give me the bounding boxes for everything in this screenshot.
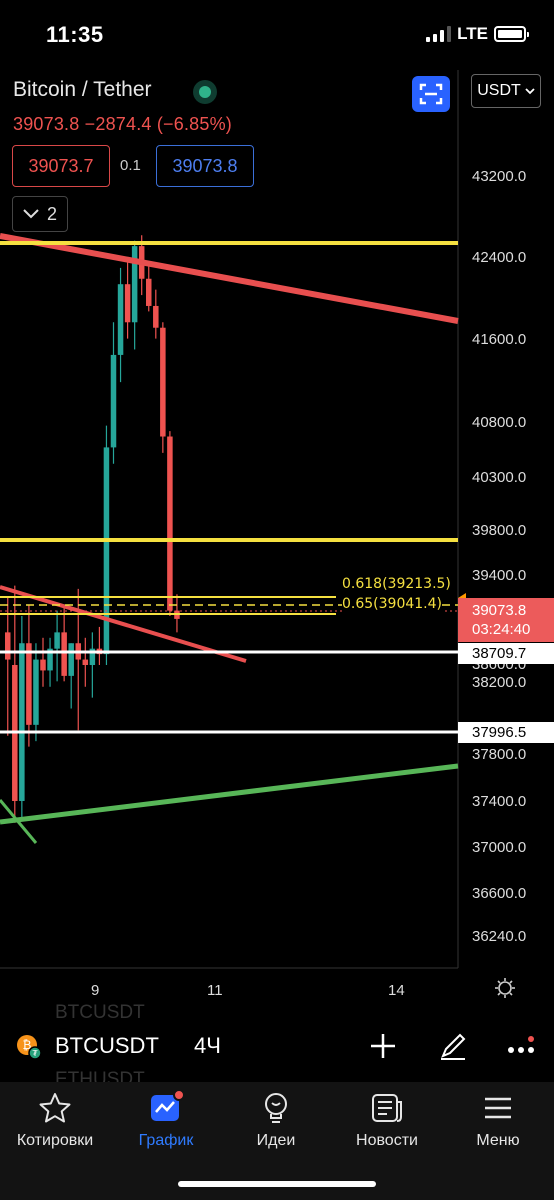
price-axis-label: 39800.0 bbox=[472, 522, 527, 539]
status-time: 11:35 bbox=[46, 22, 104, 47]
candle-body bbox=[153, 305, 159, 328]
price-axis-label: 37400.0 bbox=[472, 793, 527, 810]
candle-body bbox=[110, 354, 117, 448]
buy-button[interactable]: 39073.8 bbox=[156, 145, 254, 187]
descending-trendline bbox=[0, 585, 247, 663]
price-change: 39073.8 −2874.4 (−6.85%) bbox=[13, 114, 232, 134]
chevron-down-icon bbox=[23, 209, 39, 219]
nav-label: Идеи bbox=[256, 1132, 296, 1149]
nav-label: Котировки bbox=[16, 1132, 94, 1149]
nav-quotes[interactable]: Котировки bbox=[0, 1090, 110, 1160]
fullscreen-icon bbox=[419, 83, 443, 105]
previous-symbol: BTCUSDT bbox=[55, 1002, 145, 1023]
candle-body bbox=[131, 246, 138, 323]
plus-icon[interactable] bbox=[367, 1030, 399, 1062]
lightbulb-icon bbox=[265, 1093, 287, 1123]
price-axis-label: 36600.0 bbox=[472, 885, 527, 902]
candle-body bbox=[40, 659, 46, 671]
candle-body bbox=[82, 659, 89, 665]
interval-selector[interactable]: 4Ч bbox=[194, 1033, 221, 1059]
nav-label: Новости bbox=[356, 1132, 418, 1149]
candle-body bbox=[160, 327, 166, 437]
chart-area[interactable] bbox=[0, 70, 554, 1010]
resistance-trendline bbox=[0, 233, 459, 324]
candle-body bbox=[167, 436, 173, 611]
candle-body bbox=[33, 659, 39, 725]
candle-body bbox=[54, 632, 60, 649]
fib-label-618: 0.618(39213.5) bbox=[342, 576, 451, 592]
current-price: 39073.8 bbox=[472, 602, 527, 619]
home-indicator bbox=[178, 1181, 376, 1187]
candle-body bbox=[61, 632, 67, 676]
candle-body bbox=[103, 447, 110, 655]
candle-body bbox=[68, 643, 74, 676]
signal-icon bbox=[426, 26, 452, 42]
currency-select[interactable]: USDT bbox=[471, 74, 541, 108]
news-icon bbox=[372, 1094, 402, 1122]
level-price-tag: 37996.5 bbox=[458, 722, 554, 743]
collapse-indicators-button[interactable]: 2 bbox=[12, 196, 68, 232]
battery-icon bbox=[494, 26, 529, 42]
nav-label: Меню bbox=[476, 1132, 520, 1149]
star-icon bbox=[39, 1093, 71, 1123]
chart-icon bbox=[151, 1090, 184, 1121]
candle-body bbox=[124, 284, 131, 323]
status-bar: 11:35 LTE bbox=[0, 0, 554, 70]
fullscreen-button[interactable] bbox=[412, 76, 450, 112]
indicator-count: 2 bbox=[46, 203, 57, 224]
nav-news[interactable]: Новости bbox=[332, 1090, 442, 1160]
candle-body bbox=[5, 632, 11, 660]
nav-label: График bbox=[138, 1132, 194, 1149]
time-axis-label: 9 bbox=[91, 982, 100, 999]
price-axis-label: 37000.0 bbox=[472, 839, 527, 856]
price-axis-label: 39400.0 bbox=[472, 567, 527, 584]
candle-body bbox=[117, 284, 124, 355]
chart-settings-icon[interactable] bbox=[494, 977, 516, 999]
bitcoin-tether-icon: ₿ ₮ bbox=[17, 1035, 42, 1060]
current-price-tag: 39073.8 03:24:40 bbox=[458, 598, 554, 642]
support-trendline bbox=[0, 763, 459, 825]
status-indicators: LTE bbox=[426, 24, 529, 44]
price-axis-label: 38200.0 bbox=[472, 674, 527, 691]
price-axis-label: 42400.0 bbox=[472, 249, 527, 266]
spread-label: 0.1 bbox=[120, 157, 141, 174]
fib-label-65: 0.65(39041.4) bbox=[342, 596, 442, 612]
symbol-name[interactable]: BTCUSDT bbox=[55, 1033, 159, 1059]
candle-countdown: 03:24:40 bbox=[472, 621, 531, 638]
drawing-tools-icon[interactable] bbox=[437, 1030, 469, 1062]
candle-body bbox=[146, 278, 152, 306]
price-axis-label: 37800.0 bbox=[472, 746, 527, 763]
candle-body bbox=[19, 643, 25, 801]
currency-label: USDT bbox=[477, 82, 521, 99]
time-axis-label: 11 bbox=[207, 982, 223, 999]
nav-ideas[interactable]: Идеи bbox=[221, 1090, 331, 1160]
chevron-down-icon bbox=[525, 87, 535, 94]
price-axis-label: 40800.0 bbox=[472, 414, 527, 431]
candlestick-series bbox=[5, 235, 180, 823]
nav-menu[interactable]: Меню bbox=[443, 1090, 553, 1160]
more-options-icon[interactable] bbox=[505, 1030, 537, 1062]
price-axis-label: 40300.0 bbox=[472, 469, 527, 486]
network-label: LTE bbox=[457, 24, 488, 43]
sell-button[interactable]: 39073.7 bbox=[12, 145, 110, 187]
time-axis-label: 14 bbox=[388, 982, 405, 999]
level-price-tag: 38709.7 bbox=[458, 643, 554, 664]
menu-icon bbox=[485, 1097, 511, 1119]
market-status-icon bbox=[193, 80, 217, 104]
price-axis-label: 36240.0 bbox=[472, 928, 527, 945]
symbol-title[interactable]: Bitcoin / Tether bbox=[13, 78, 152, 102]
price-chart[interactable] bbox=[0, 70, 554, 1010]
candle-body bbox=[26, 643, 32, 725]
nav-chart[interactable]: График bbox=[111, 1090, 221, 1160]
price-axis-label: 43200.0 bbox=[472, 168, 527, 185]
price-axis-label: 41600.0 bbox=[472, 331, 527, 348]
